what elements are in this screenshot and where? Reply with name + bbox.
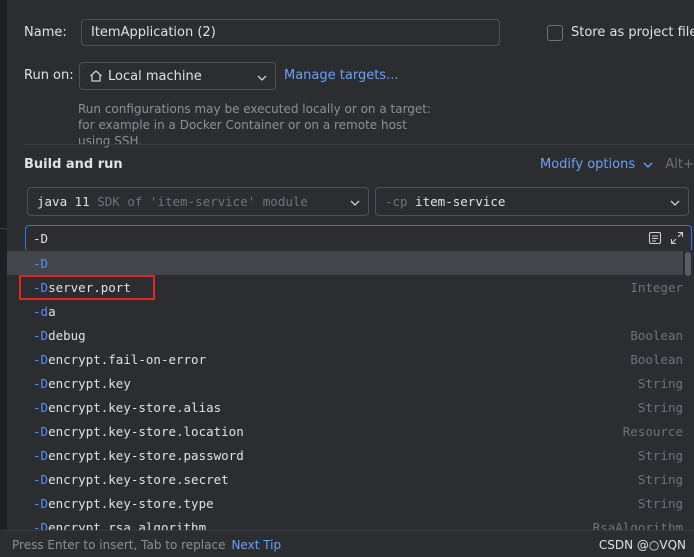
highlight-box: [19, 275, 155, 300]
classpath-select[interactable]: -cp item-service: [375, 187, 689, 216]
run-on-select[interactable]: Local machine: [79, 62, 276, 90]
completion-item[interactable]: -D: [7, 251, 683, 275]
completion-item[interactable]: -Dencrypt.rsa.algorithm RsaAlgorithm: [7, 515, 683, 530]
completion-item[interactable]: -Dencrypt.key-store.secret String: [7, 467, 683, 491]
chevron-down-icon: [670, 200, 680, 206]
classpath-flag: -cp: [385, 194, 408, 209]
footer-hint: Press Enter to insert, Tab to replace: [12, 538, 226, 552]
modify-options-shortcut: Alt+M: [665, 157, 694, 172]
expand-text-icon[interactable]: [648, 231, 662, 245]
completion-popup: -D -Dserver.port Integer -da -Ddebug Boo…: [7, 250, 694, 530]
chevron-down-icon: [257, 75, 267, 81]
completion-item[interactable]: -Dencrypt.key String: [7, 371, 683, 395]
completion-item[interactable]: -Dencrypt.key-store.location Resource: [7, 419, 683, 443]
name-label: Name:: [24, 25, 67, 40]
run-on-description: Run configurations may be executed local…: [78, 102, 432, 148]
chevron-down-icon: [643, 162, 653, 168]
chevron-down-icon: [350, 200, 360, 206]
completion-item[interactable]: -Dencrypt.key-store.type String: [7, 491, 683, 515]
popup-scrollbar[interactable]: [685, 252, 691, 276]
maximize-icon[interactable]: [670, 231, 684, 245]
next-tip-link[interactable]: Next Tip: [231, 538, 281, 552]
completion-item[interactable]: -Dencrypt.fail-on-error Boolean: [7, 347, 683, 371]
build-and-run-title: Build and run: [24, 157, 123, 172]
left-panel-strip: [0, 0, 7, 557]
run-on-value: Local machine: [108, 69, 202, 84]
watermark: CSDN @○VQN: [598, 538, 686, 552]
vm-options-value: -D: [33, 231, 49, 246]
store-as-project-checkbox[interactable]: [547, 25, 563, 41]
completion-item[interactable]: -da: [7, 299, 683, 323]
completion-item[interactable]: -Dencrypt.key-store.password String: [7, 443, 683, 467]
vm-options-input[interactable]: -D: [25, 225, 692, 252]
section-divider: [24, 144, 694, 145]
house-icon: [90, 70, 102, 82]
store-as-project-label[interactable]: Store as project file: [571, 25, 694, 40]
completion-item[interactable]: -Ddebug Boolean: [7, 323, 683, 347]
modify-options-label: Modify options: [540, 157, 636, 172]
modify-options-button[interactable]: Modify options Alt+M: [540, 157, 694, 172]
run-on-label: Run on:: [24, 68, 74, 83]
manage-targets-link[interactable]: Manage targets...: [284, 68, 398, 83]
jdk-detail: SDK of 'item-service' module: [97, 194, 308, 209]
completion-footer: Press Enter to insert, Tab to replace Nex…: [0, 530, 694, 557]
name-input[interactable]: ItemApplication (2): [81, 19, 500, 46]
jdk-select[interactable]: java 11 SDK of 'item-service' module: [27, 187, 369, 216]
classpath-module: item-service: [415, 194, 506, 209]
jdk-version: java 11: [37, 194, 90, 209]
completion-item[interactable]: -Dencrypt.key-store.alias String: [7, 395, 683, 419]
